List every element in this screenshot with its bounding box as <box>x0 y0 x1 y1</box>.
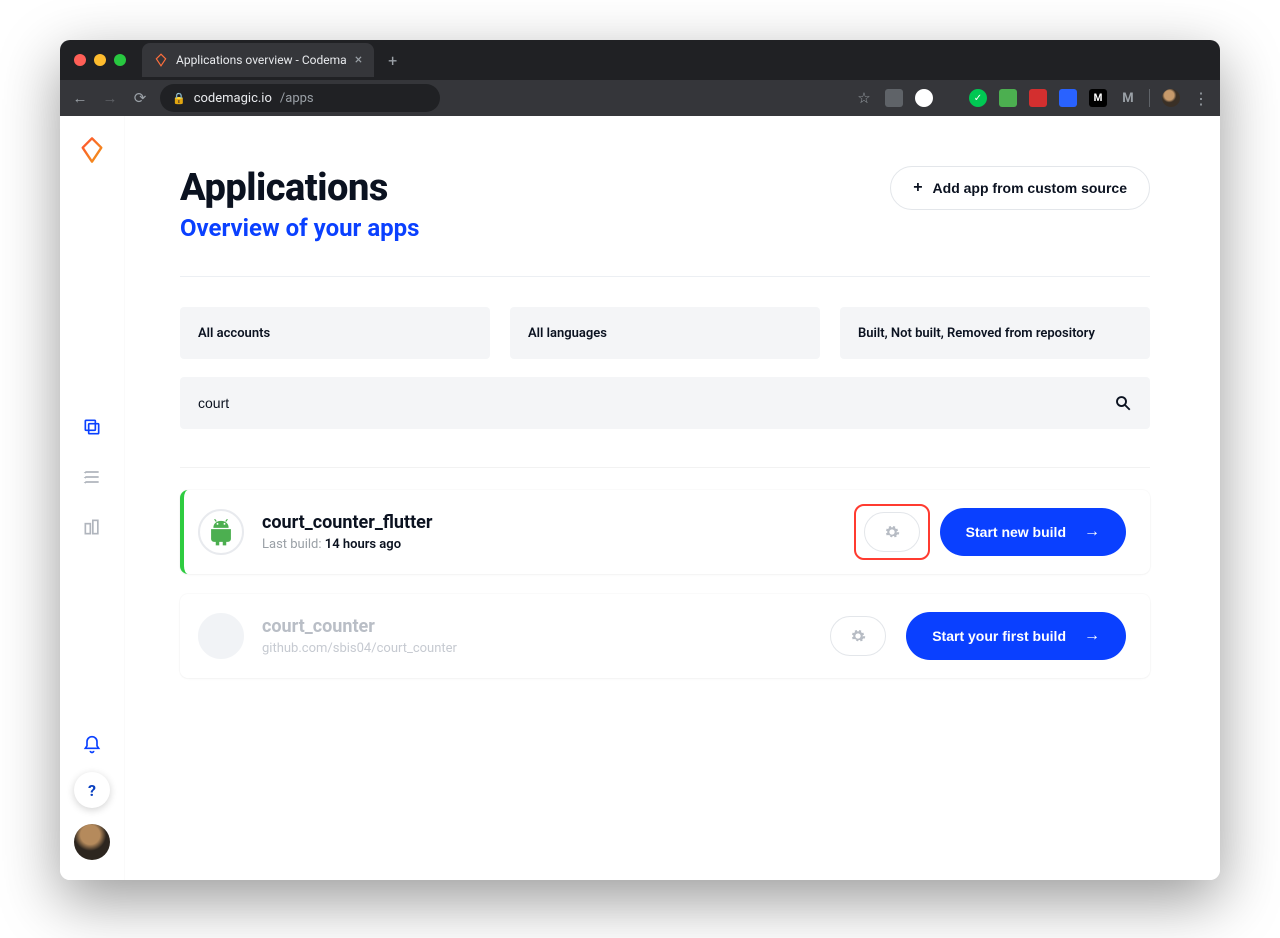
minimize-window-button[interactable] <box>94 54 106 66</box>
arrow-right-icon: → <box>1084 627 1100 645</box>
start-build-button[interactable]: Start new build → <box>940 508 1126 556</box>
plus-icon: + <box>913 179 922 197</box>
extension-icon[interactable] <box>1029 89 1047 107</box>
browser-menu-icon[interactable]: ⋮ <box>1192 89 1210 107</box>
app-sub-label: github.com/sbis04/court_counter <box>262 641 457 656</box>
extension-icon[interactable] <box>999 89 1017 107</box>
user-avatar[interactable] <box>74 824 110 860</box>
app-name: court_counter_flutter <box>262 512 864 533</box>
divider <box>180 276 1150 277</box>
main-content: Applications Overview of your apps + Add… <box>124 116 1220 880</box>
close-window-button[interactable] <box>74 54 86 66</box>
reload-button[interactable]: ⟳ <box>130 89 150 107</box>
lock-icon: 🔒 <box>172 92 186 105</box>
gear-icon <box>850 628 866 644</box>
maximize-window-button[interactable] <box>114 54 126 66</box>
help-button[interactable]: ? <box>74 772 110 808</box>
extensions-row: ☆ ✓ M M ⋮ <box>855 89 1210 107</box>
search-row <box>180 377 1150 429</box>
app-card[interactable]: court_counter_flutter Last build: 14 hou… <box>180 490 1150 574</box>
filter-status[interactable]: Built, Not built, Removed from repositor… <box>840 307 1150 359</box>
browser-tab-bar: Applications overview - Codema × + <box>60 40 1220 80</box>
search-icon[interactable] <box>1114 394 1132 412</box>
arrow-right-icon: → <box>1084 523 1100 541</box>
url-host: codemagic.io <box>194 91 272 106</box>
android-icon <box>198 509 244 555</box>
settings-button[interactable] <box>830 616 886 656</box>
start-build-button[interactable]: Start your first build → <box>906 612 1126 660</box>
profile-avatar[interactable] <box>1162 89 1180 107</box>
extension-icon[interactable]: M <box>1119 89 1137 107</box>
add-app-button[interactable]: + Add app from custom source <box>890 166 1150 210</box>
sidebar-teams-icon[interactable] <box>81 516 103 538</box>
search-input[interactable] <box>198 395 1114 411</box>
app-sub-value: 14 hours ago <box>325 537 401 552</box>
url-path: /apps <box>280 91 314 106</box>
sidebar-apps-icon[interactable] <box>81 416 103 438</box>
filter-account[interactable]: All accounts <box>180 307 490 359</box>
codemagic-logo[interactable] <box>78 136 106 164</box>
page-subtitle: Overview of your apps <box>180 214 419 242</box>
extension-icon[interactable]: ✓ <box>969 89 987 107</box>
app-name: court_counter <box>262 616 830 637</box>
extension-icon[interactable] <box>915 89 933 107</box>
sidebar-builds-icon[interactable] <box>81 466 103 488</box>
filter-language[interactable]: All languages <box>510 307 820 359</box>
page-title: Applications <box>180 166 419 210</box>
address-bar[interactable]: 🔒 codemagic.io/apps <box>160 84 440 112</box>
close-tab-icon[interactable]: × <box>355 52 362 68</box>
forward-button[interactable]: → <box>100 89 120 107</box>
extension-icon[interactable] <box>1059 89 1077 107</box>
app-card[interactable]: court_counter github.com/sbis04/court_co… <box>180 594 1150 678</box>
app-icon-placeholder <box>198 613 244 659</box>
window-controls <box>74 54 126 66</box>
extension-icon[interactable] <box>885 89 903 107</box>
settings-button[interactable] <box>864 512 920 552</box>
browser-tab[interactable]: Applications overview - Codema × <box>142 43 374 77</box>
new-tab-button[interactable]: + <box>388 51 397 70</box>
browser-toolbar: ← → ⟳ 🔒 codemagic.io/apps ☆ ✓ M M ⋮ <box>60 80 1220 116</box>
back-button[interactable]: ← <box>70 89 90 107</box>
tab-title: Applications overview - Codema <box>176 53 347 67</box>
bookmark-icon[interactable]: ☆ <box>855 89 873 107</box>
notifications-icon[interactable] <box>81 734 103 756</box>
divider <box>180 467 1150 468</box>
codemagic-favicon <box>154 53 168 67</box>
app-sub-label: Last build: <box>262 537 322 552</box>
gear-icon <box>884 524 900 540</box>
app-sidebar: ? <box>60 116 124 880</box>
extension-icon[interactable]: M <box>1089 89 1107 107</box>
